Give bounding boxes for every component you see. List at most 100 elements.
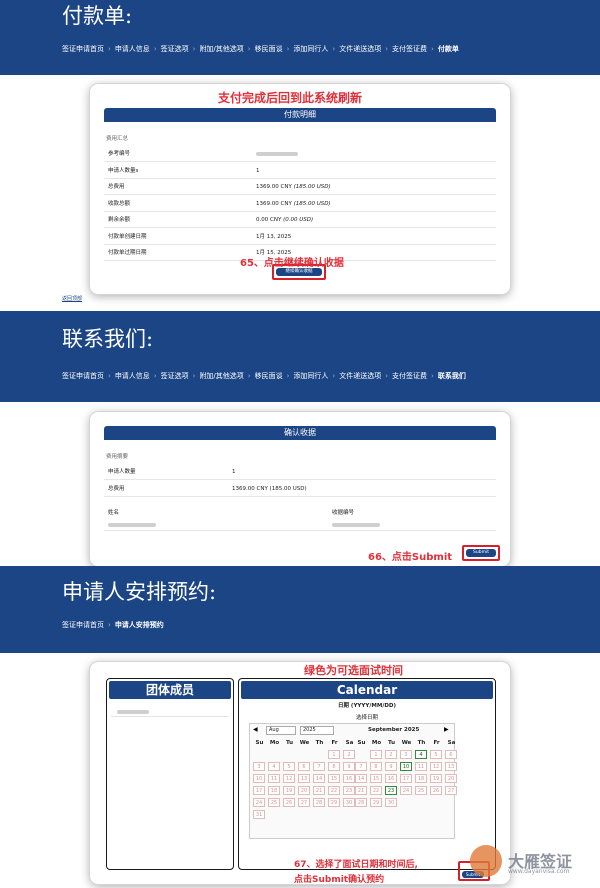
date-cell: 14 xyxy=(313,774,325,783)
group-members-panel: 团体成员 xyxy=(106,678,234,870)
date-cell: 14 xyxy=(355,774,367,783)
date-cell: 9 xyxy=(385,762,397,771)
appointment-header-band: 申请人安排预约: 签证申请首页 › 申请人安排预约 xyxy=(0,566,600,653)
weekday-header: Mo xyxy=(269,740,280,746)
payment-row: 收款总额 1369.00 CNY (185.00 USD) xyxy=(104,196,496,212)
breadcrumb-item: 申请人安排预约 xyxy=(114,621,164,629)
breadcrumb-item[interactable]: 签证选项 xyxy=(161,44,189,54)
row-label: 付款单过期日期 xyxy=(108,250,147,256)
breadcrumb-item[interactable]: 签证申请首页 xyxy=(62,371,104,381)
members-title: 团体成员 xyxy=(109,681,231,699)
date-cell: 22 xyxy=(328,786,340,795)
breadcrumb-separator: › xyxy=(332,372,336,380)
annotation-step-67-line1: 67、选择了面试日期和时间后, xyxy=(294,860,418,870)
row-value: 1369.00 CNY (185.00 USD) xyxy=(256,200,331,207)
breadcrumb-separator: › xyxy=(286,45,290,53)
submit-highlight-box xyxy=(462,545,500,561)
breadcrumb-item[interactable]: 文件递送选项 xyxy=(339,44,381,54)
date-cell: 2 xyxy=(343,750,355,759)
row-label: 付款单创建日期 xyxy=(108,233,147,240)
breadcrumb-item[interactable]: 签证申请首页 xyxy=(62,620,104,630)
row-value: 0.00 CNY (0.00 USD) xyxy=(256,217,314,223)
breadcrumb-separator: › xyxy=(153,372,157,380)
card-title: 确认收据 xyxy=(104,426,496,440)
weekday-header: Tu xyxy=(387,740,396,746)
row-label: 总费用 xyxy=(108,184,125,190)
available-date-cell[interactable]: 4 xyxy=(415,750,427,759)
date-cell: 18 xyxy=(268,786,280,795)
month-title: September 2025 xyxy=(368,727,420,733)
date-cell: 19 xyxy=(430,774,442,783)
watermark-url: www.dayanvisa.com xyxy=(508,868,570,875)
receipt-number-label: 收据编号 xyxy=(332,510,355,516)
name-value-redacted xyxy=(108,523,156,527)
date-cell: 1 xyxy=(370,750,382,759)
date-cell: 20 xyxy=(445,774,457,783)
breadcrumb-item[interactable]: 支付签证费 xyxy=(392,44,427,54)
breadcrumb-item[interactable]: 附加/其他选项 xyxy=(199,371,243,381)
breadcrumb-separator: › xyxy=(108,621,111,629)
row-value: 1369.00 CNY (185.00 USD) xyxy=(232,485,307,492)
breadcrumb-item[interactable]: 移民面谈 xyxy=(255,44,283,54)
weekday-header: Fr xyxy=(433,740,440,746)
date-cell: 7 xyxy=(313,762,325,771)
breadcrumb-item[interactable]: 添加同行人 xyxy=(293,44,328,54)
brand-logo-icon xyxy=(470,845,502,877)
annotation-step-67-line2: 点击Submit确认预约 xyxy=(294,875,385,885)
year-select[interactable]: 2025 xyxy=(300,726,334,735)
annotation-step-66: 66、点击Submit xyxy=(368,552,453,563)
summary-label: 费用摘要 xyxy=(106,454,129,460)
receipt-number-redacted xyxy=(332,523,380,527)
available-date-cell[interactable]: 10 xyxy=(400,762,412,771)
row-value: 1369.00 CNY (185.00 USD) xyxy=(256,184,331,190)
date-cell: 21 xyxy=(355,786,367,795)
calendar-widget: ◀ Aug 2025 September 2025 ▶ Su Mo Tu We Th Fr… xyxy=(249,723,457,839)
date-cell: 21 xyxy=(313,786,325,795)
date-cell: 29 xyxy=(328,798,340,807)
breadcrumb-item[interactable]: 文件递送选项 xyxy=(339,371,381,381)
date-cell: 15 xyxy=(328,774,340,783)
date-cell: 28 xyxy=(313,798,325,807)
back-to-top-link[interactable]: 返回顶部 xyxy=(62,295,82,302)
receipt-row: 申请人数量 1 xyxy=(104,464,496,480)
contact-header-band: 联系我们: 签证申请首页 › 申请人信息 › 签证选项 › 附加/其他选项 › 移民面谈 › 添加同… xyxy=(0,311,600,402)
available-date-cell[interactable]: 23 xyxy=(385,786,397,795)
date-cell: 29 xyxy=(370,798,382,807)
date-cell: 1 xyxy=(328,750,340,759)
weekday-header: Sa xyxy=(447,740,456,746)
payment-row: 总费用 1369.00 CNY (185.00 USD) xyxy=(104,179,496,195)
weekday-header: Su xyxy=(357,740,366,746)
annotation-green-available: 绿色为可选面试时间 xyxy=(304,664,403,677)
breadcrumb-item[interactable]: 申请人信息 xyxy=(115,371,150,381)
breadcrumb-item[interactable]: 支付签证费 xyxy=(392,371,427,381)
date-cell: 24 xyxy=(253,798,265,807)
date-cell: 24 xyxy=(400,786,412,795)
breadcrumb-item[interactable]: 签证申请首页 xyxy=(62,44,104,54)
date-cell: 9 xyxy=(343,762,355,771)
breadcrumb-item[interactable]: 移民面谈 xyxy=(255,371,283,381)
date-cell: 5 xyxy=(283,762,295,771)
date-cell: 2 xyxy=(385,750,397,759)
member-item[interactable] xyxy=(111,707,229,717)
name-label: 姓名 xyxy=(108,510,120,516)
date-cell: 7 xyxy=(355,762,367,771)
annotation-step-65: 65、点击继续确认收据 xyxy=(240,258,344,269)
breadcrumb-separator: › xyxy=(286,372,290,380)
next-month-icon[interactable]: ▶ xyxy=(444,726,449,733)
weekday-header: We xyxy=(299,740,310,746)
breadcrumb-item[interactable]: 附加/其他选项 xyxy=(199,44,243,54)
month-select[interactable]: Aug xyxy=(266,726,296,735)
breadcrumb-item[interactable]: 签证选项 xyxy=(161,371,189,381)
prev-month-icon[interactable]: ◀ xyxy=(253,726,258,733)
date-cell: 5 xyxy=(430,750,442,759)
payment-row: 付款单创建日期 1月 13, 2025 xyxy=(104,229,496,245)
weekday-header: Th xyxy=(417,740,426,746)
receipt-row: 总费用 1369.00 CNY (185.00 USD) xyxy=(104,481,496,497)
appointment-card: 团体成员 Calendar 日期 (YYYY/MM/DD) 选择日期 ◀ Aug… xyxy=(90,662,510,884)
breadcrumb: 签证申请首页 › 申请人信息 › 签证选项 › 附加/其他选项 › 移民面谈 › 添加同行人 › 文件递… xyxy=(62,371,466,381)
date-cell: 23 xyxy=(343,786,355,795)
breadcrumb-item[interactable]: 申请人信息 xyxy=(115,44,150,54)
date-cell: 31 xyxy=(253,810,265,819)
breadcrumb-item[interactable]: 添加同行人 xyxy=(293,371,328,381)
date-cell: 26 xyxy=(283,798,295,807)
